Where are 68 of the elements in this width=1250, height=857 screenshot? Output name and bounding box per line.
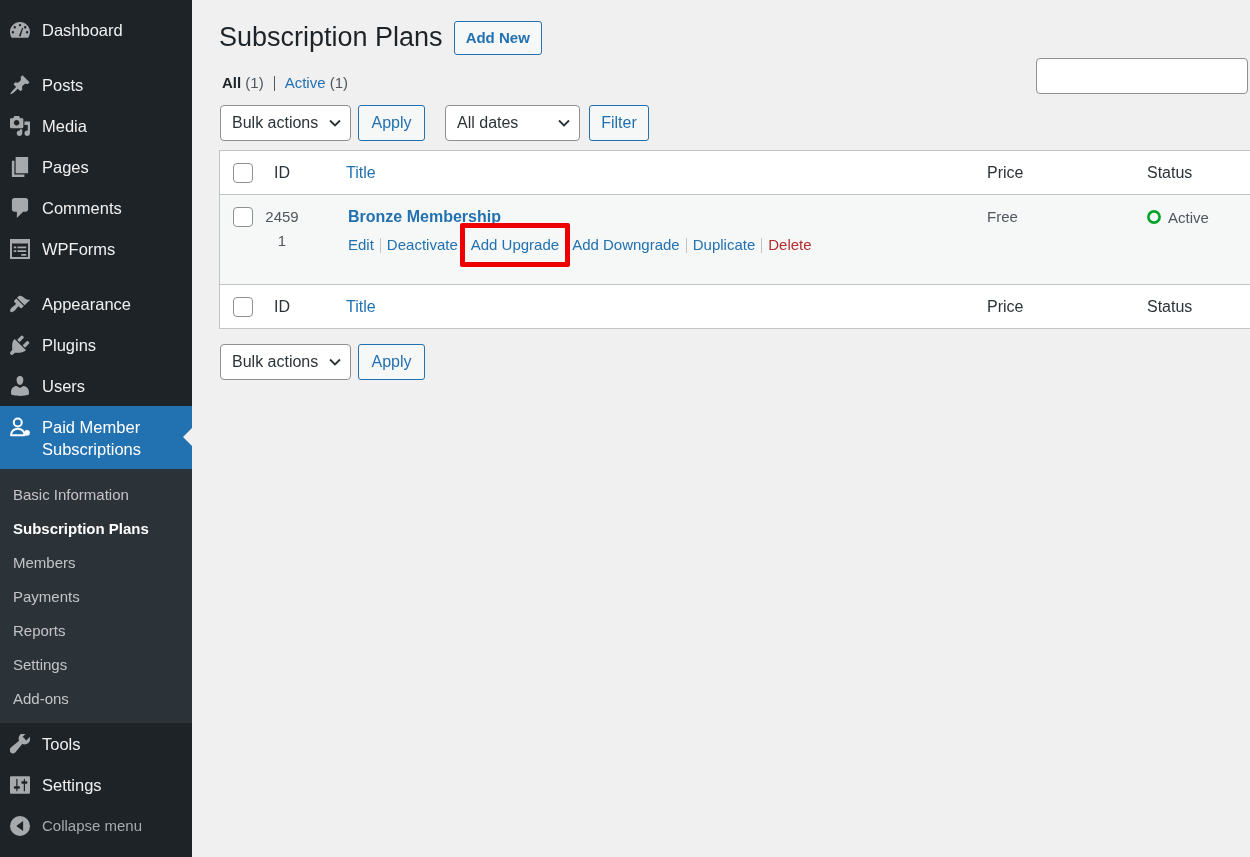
price-text: Free <box>987 208 1018 225</box>
pointer-icon <box>183 428 192 446</box>
menu-item[interactable]: Users <box>0 365 192 406</box>
submenu-item[interactable]: Payments <box>0 580 192 614</box>
pushpin-icon <box>10 75 30 95</box>
stacked-pages-icon <box>10 157 30 177</box>
row-action-link[interactable]: Edit <box>348 233 374 257</box>
column-sort-link[interactable]: Title <box>346 163 376 181</box>
add-new-button[interactable]: Add New <box>453 20 542 55</box>
view-filter-link[interactable]: All (1) <box>222 73 264 93</box>
form-icon <box>10 239 30 259</box>
column-header: ID <box>274 297 290 315</box>
submenu-item[interactable]: Members <box>0 546 192 580</box>
plug-icon <box>10 335 30 355</box>
checkbox[interactable] <box>233 207 253 227</box>
menu-item[interactable]: Comments <box>0 187 192 228</box>
chevron-icon <box>558 119 570 127</box>
row-action-link[interactable]: Duplicate <box>692 233 756 257</box>
menu-item[interactable]: Plugins <box>0 324 192 365</box>
date-filter-select[interactable]: All dates <box>445 105 580 141</box>
apply-button[interactable]: Apply <box>358 344 425 380</box>
collapse-menu-button[interactable]: Collapse menu <box>0 805 192 846</box>
bulk-actions-select[interactable]: Bulk actions <box>220 105 351 141</box>
column-header: ID <box>274 163 290 181</box>
column-header: Price <box>987 163 1024 181</box>
menu-item[interactable]: Media <box>0 105 192 146</box>
apply-button[interactable]: Apply <box>358 105 425 141</box>
checkbox[interactable] <box>233 296 253 317</box>
person-coin-icon <box>10 417 30 437</box>
gauge-icon <box>10 20 30 40</box>
menu-item[interactable]: Pages <box>0 146 192 187</box>
menu-item[interactable]: WPForms <box>0 228 192 269</box>
view-filter-link[interactable]: Active (1) <box>284 73 349 93</box>
submenu-item[interactable]: Subscription Plans <box>0 512 192 546</box>
menu-item[interactable]: Appearance <box>0 283 192 324</box>
menu-item[interactable]: Paid Member Subscriptions <box>0 406 192 469</box>
menu-item[interactable]: Tools <box>0 723 192 764</box>
row-action-link[interactable]: Delete <box>768 233 812 257</box>
plan-id-text: 24591 <box>264 207 300 251</box>
submenu-item[interactable]: Settings <box>0 648 192 682</box>
page-title: Subscription Plans <box>219 21 443 54</box>
submenu-item[interactable]: Basic Information <box>0 478 192 512</box>
menu-item[interactable]: Dashboard <box>0 9 192 50</box>
wrench-icon <box>10 734 30 754</box>
chevron-icon <box>329 358 341 366</box>
filter-button[interactable]: Filter <box>589 105 649 141</box>
plan-title-link[interactable]: Bronze Membership <box>348 205 501 229</box>
row-action-link[interactable]: Add Upgrade <box>470 233 560 257</box>
camera-note-icon <box>10 116 30 136</box>
user-icon <box>10 376 30 396</box>
row-action-link[interactable]: Add Downgrade <box>572 233 680 257</box>
search-field[interactable] <box>1036 58 1248 94</box>
speech-bubble-icon <box>10 198 30 218</box>
row-action-link[interactable]: Deactivate <box>386 233 458 257</box>
column-sort-link[interactable]: Title <box>346 297 376 315</box>
checkbox[interactable] <box>233 162 253 183</box>
menu-item[interactable]: Settings <box>0 764 192 805</box>
sliders-icon <box>10 775 30 795</box>
bulk-actions-select[interactable]: Bulk actions <box>220 344 351 380</box>
paintbrush-icon <box>10 294 30 314</box>
status-text: Active <box>1168 208 1209 226</box>
column-header: Status <box>1147 163 1193 181</box>
chevron-icon <box>329 119 341 127</box>
submenu-item[interactable]: Reports <box>0 614 192 648</box>
menu-item[interactable]: Posts <box>0 64 192 105</box>
submenu-item[interactable]: Add-ons <box>0 682 192 716</box>
column-header: Status <box>1147 297 1193 315</box>
column-header: Price <box>987 297 1024 315</box>
